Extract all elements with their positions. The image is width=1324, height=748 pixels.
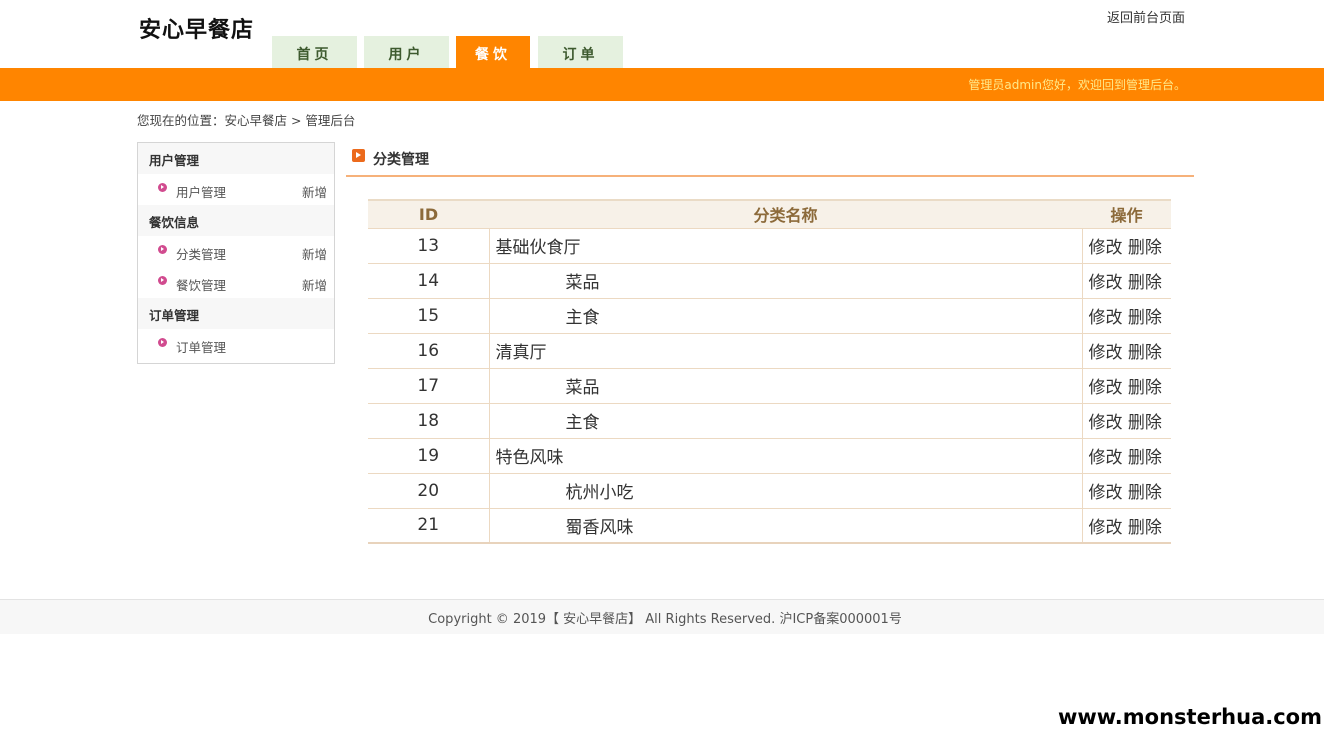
back-to-frontend-link[interactable]: 返回前台页面 bbox=[1107, 7, 1185, 26]
cell-id: 18 bbox=[368, 402, 489, 438]
category-table: ID 分类名称 操作 13 基础伙食厅 修改 删除 14 菜品 修改 删除 15 主食 修改 删… bbox=[368, 199, 1171, 544]
sidebar-item-category-management[interactable]: 分类管理 新增 bbox=[138, 236, 334, 267]
content-title: 分类管理 bbox=[373, 152, 429, 168]
sidebar-item-label[interactable]: 分类管理 bbox=[176, 244, 226, 263]
cell-category-name: 主食 bbox=[488, 297, 1083, 333]
edit-link[interactable]: 修改 bbox=[1089, 273, 1123, 293]
nav-tab-orders[interactable]: 订单 bbox=[538, 36, 623, 68]
table-row: 13 基础伙食厅 修改 删除 bbox=[368, 227, 1171, 263]
cell-actions: 修改 删除 bbox=[1082, 437, 1171, 473]
sidebar-item-label[interactable]: 用户管理 bbox=[176, 182, 226, 201]
table-row: 15 主食 修改 删除 bbox=[368, 297, 1171, 333]
welcome-message: 管理员admin您好，欢迎回到管理后台。 bbox=[968, 78, 1186, 92]
delete-link[interactable]: 删除 bbox=[1128, 448, 1162, 468]
nav-tab-catering[interactable]: 餐饮 bbox=[456, 36, 530, 68]
sidebar-group-orders: 订单管理 bbox=[138, 298, 334, 329]
cell-id: 16 bbox=[368, 332, 489, 368]
cell-actions: 修改 删除 bbox=[1082, 332, 1171, 368]
sidebar: 用户管理 用户管理 新增 餐饮信息 分类管理 新增 餐饮管理 新增 订单管理 订… bbox=[137, 142, 335, 364]
table-body: 13 基础伙食厅 修改 删除 14 菜品 修改 删除 15 主食 修改 删除 16 清真厅 修改 删除… bbox=[368, 227, 1171, 544]
sidebar-item-label[interactable]: 餐饮管理 bbox=[176, 275, 226, 294]
table-row: 16 清真厅 修改 删除 bbox=[368, 332, 1171, 368]
cell-category-name: 蜀香风味 bbox=[488, 507, 1083, 544]
table-row: 21 蜀香风味 修改 删除 bbox=[368, 507, 1171, 544]
cell-id: 19 bbox=[368, 437, 489, 473]
sidebar-item-user-management[interactable]: 用户管理 新增 bbox=[138, 174, 334, 205]
cell-category-name: 清真厅 bbox=[488, 332, 1083, 368]
cell-actions: 修改 删除 bbox=[1082, 297, 1171, 333]
delete-link[interactable]: 删除 bbox=[1128, 273, 1162, 293]
cell-id: 13 bbox=[368, 227, 489, 263]
cell-category-name: 基础伙食厅 bbox=[488, 227, 1083, 263]
cell-actions: 修改 删除 bbox=[1082, 507, 1171, 544]
cell-category-name: 菜品 bbox=[488, 262, 1083, 298]
edit-link[interactable]: 修改 bbox=[1089, 378, 1123, 398]
main-nav: 首页 用户 餐饮 订单 bbox=[272, 36, 623, 68]
table-header-row: ID 分类名称 操作 bbox=[368, 199, 1171, 228]
bullet-icon bbox=[158, 276, 167, 285]
nav-tab-home[interactable]: 首页 bbox=[272, 36, 357, 68]
add-catering-link[interactable]: 新增 bbox=[302, 275, 327, 294]
cell-id: 21 bbox=[368, 507, 489, 544]
table-row: 19 特色风味 修改 删除 bbox=[368, 437, 1171, 473]
cell-category-name: 杭州小吃 bbox=[488, 472, 1083, 508]
column-header-actions: 操作 bbox=[1082, 199, 1171, 228]
delete-link[interactable]: 删除 bbox=[1128, 518, 1162, 538]
add-category-link[interactable]: 新增 bbox=[302, 244, 327, 263]
bullet-icon bbox=[158, 338, 167, 347]
sidebar-item-catering-management[interactable]: 餐饮管理 新增 bbox=[138, 267, 334, 298]
edit-link[interactable]: 修改 bbox=[1089, 448, 1123, 468]
breadcrumb: 您现在的位置：安心早餐店 > 管理后台 bbox=[137, 113, 356, 128]
cell-id: 15 bbox=[368, 297, 489, 333]
table-row: 18 主食 修改 删除 bbox=[368, 402, 1171, 438]
cell-actions: 修改 删除 bbox=[1082, 367, 1171, 403]
edit-link[interactable]: 修改 bbox=[1089, 238, 1123, 258]
delete-link[interactable]: 删除 bbox=[1128, 483, 1162, 503]
column-header-name: 分类名称 bbox=[489, 199, 1082, 228]
edit-link[interactable]: 修改 bbox=[1089, 483, 1123, 503]
bullet-icon bbox=[158, 245, 167, 254]
delete-link[interactable]: 删除 bbox=[1128, 413, 1162, 433]
cell-actions: 修改 删除 bbox=[1082, 402, 1171, 438]
sidebar-group-users: 用户管理 bbox=[138, 143, 334, 174]
column-header-id: ID bbox=[368, 199, 489, 228]
edit-link[interactable]: 修改 bbox=[1089, 413, 1123, 433]
cell-id: 20 bbox=[368, 472, 489, 508]
table-row: 14 菜品 修改 删除 bbox=[368, 262, 1171, 298]
cell-id: 17 bbox=[368, 367, 489, 403]
cell-category-name: 菜品 bbox=[488, 367, 1083, 403]
cell-actions: 修改 删除 bbox=[1082, 227, 1171, 263]
footer-copyright: Copyright © 2019【 安心早餐店】 All Rights Rese… bbox=[428, 612, 902, 627]
delete-link[interactable]: 删除 bbox=[1128, 238, 1162, 258]
sidebar-group-catering: 餐饮信息 bbox=[138, 205, 334, 236]
sidebar-item-order-management[interactable]: 订单管理 bbox=[138, 329, 334, 360]
delete-link[interactable]: 删除 bbox=[1128, 308, 1162, 328]
cell-category-name: 特色风味 bbox=[488, 437, 1083, 473]
sidebar-item-label[interactable]: 订单管理 bbox=[176, 337, 226, 356]
delete-link[interactable]: 删除 bbox=[1128, 378, 1162, 398]
table-row: 20 杭州小吃 修改 删除 bbox=[368, 472, 1171, 508]
cell-actions: 修改 删除 bbox=[1082, 262, 1171, 298]
cell-id: 14 bbox=[368, 262, 489, 298]
site-logo: 安心早餐店 bbox=[139, 18, 255, 43]
bullet-icon bbox=[158, 183, 167, 192]
add-user-link[interactable]: 新增 bbox=[302, 182, 327, 201]
edit-link[interactable]: 修改 bbox=[1089, 308, 1123, 328]
nav-tab-users[interactable]: 用户 bbox=[364, 36, 449, 68]
watermark: www.monsterhua.com bbox=[1057, 705, 1322, 729]
cell-actions: 修改 删除 bbox=[1082, 472, 1171, 508]
arrow-right-icon bbox=[352, 149, 365, 162]
edit-link[interactable]: 修改 bbox=[1089, 518, 1123, 538]
content-divider bbox=[346, 175, 1194, 177]
edit-link[interactable]: 修改 bbox=[1089, 343, 1123, 363]
cell-category-name: 主食 bbox=[488, 402, 1083, 438]
table-row: 17 菜品 修改 删除 bbox=[368, 367, 1171, 403]
delete-link[interactable]: 删除 bbox=[1128, 343, 1162, 363]
